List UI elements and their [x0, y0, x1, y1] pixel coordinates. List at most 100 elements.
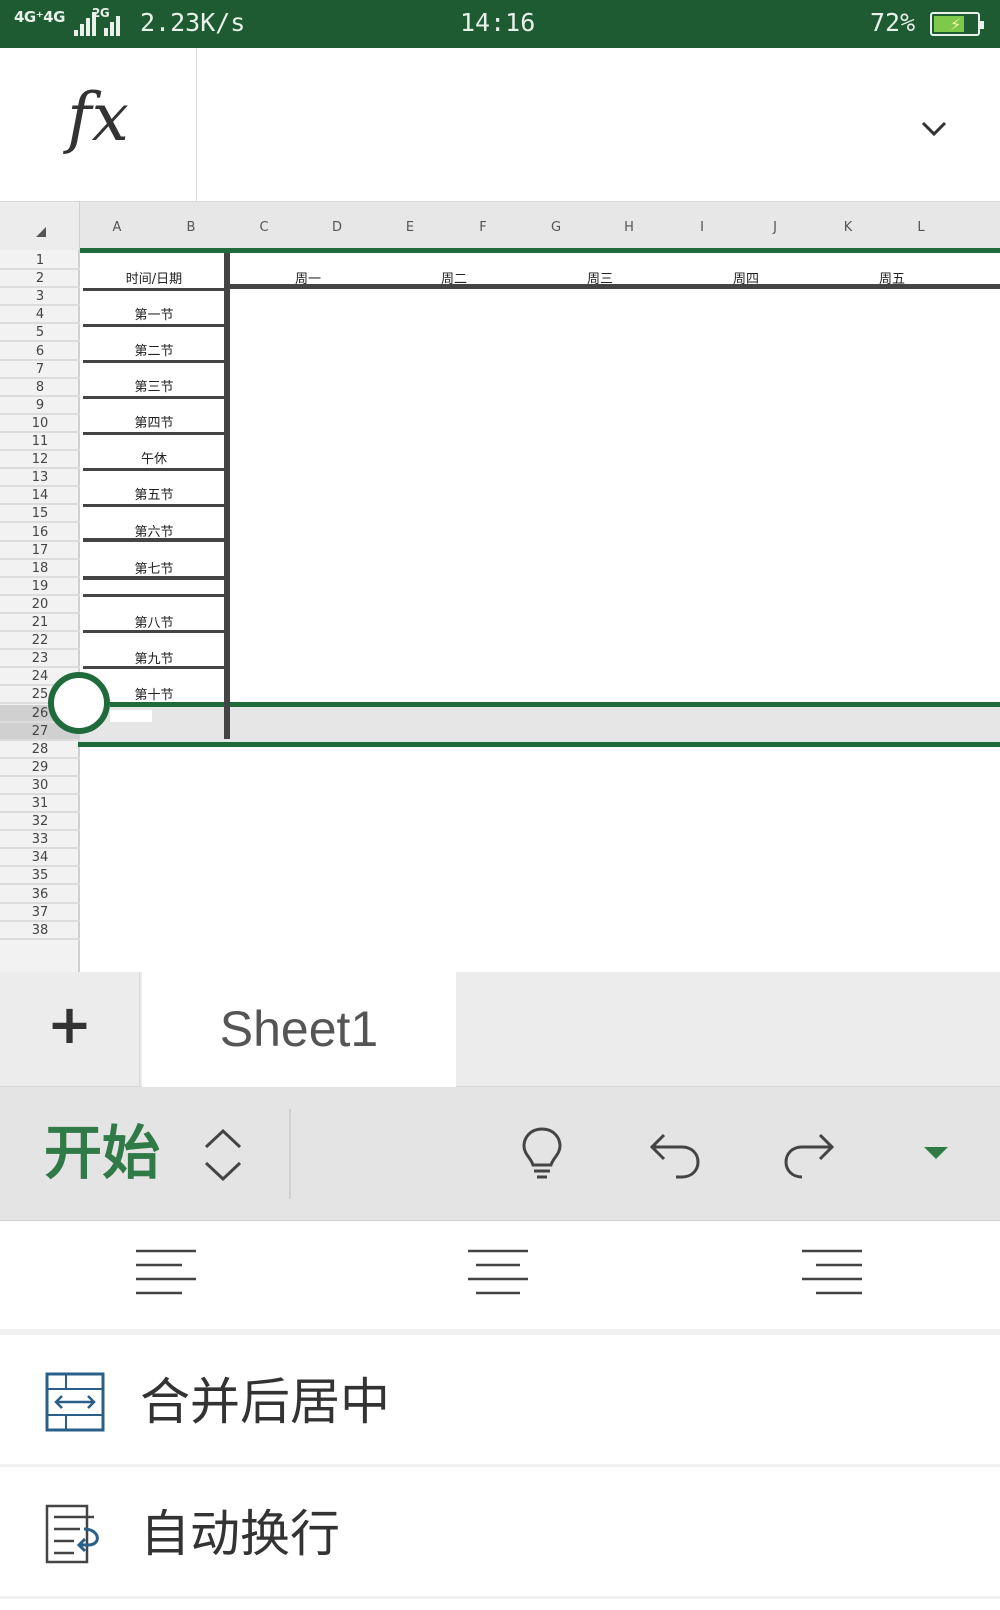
column-header-e[interactable]: E [400, 220, 420, 235]
period-cell-5[interactable]: 第五节 [83, 484, 225, 503]
wrap-text-icon [45, 1504, 99, 1564]
column-header-g[interactable]: G [546, 220, 566, 235]
row-header-28[interactable]: 28 [0, 741, 80, 759]
period-cell-2[interactable]: 第二节 [83, 340, 225, 359]
ribbon-tab-title[interactable]: 开始 [44, 1121, 160, 1185]
row-header-22[interactable]: 22 [0, 632, 80, 651]
select-all-button[interactable] [0, 202, 80, 250]
chevron-down-icon[interactable] [920, 114, 948, 142]
signal-icon-2 [104, 12, 134, 36]
spreadsheet-grid[interactable]: A B C D E F G H I J K L 1 2 3 4 5 6 7 8 9 10 11 12 1… [0, 202, 1000, 972]
row-header-37[interactable]: 37 [0, 904, 80, 922]
row-header-32[interactable]: 32 [0, 813, 80, 832]
row-header-16[interactable]: 16 [0, 524, 80, 542]
row-header-9[interactable]: 9 [0, 397, 80, 415]
period-cell-8[interactable]: 第八节 [83, 612, 225, 631]
sheet-tab-sheet1[interactable]: Sheet1 [142, 972, 456, 1087]
period-cell-7[interactable]: 第七节 [83, 558, 225, 577]
more-dropdown-icon[interactable] [906, 1123, 966, 1183]
column-header-i[interactable]: I [692, 220, 712, 235]
row-border [83, 360, 224, 363]
column-header-k[interactable]: K [838, 220, 858, 235]
row-header-35[interactable]: 35 [0, 867, 80, 886]
row-border [83, 288, 224, 291]
merge-center-item[interactable]: 合并后居中 [0, 1335, 1000, 1467]
formula-input[interactable] [198, 48, 888, 202]
day-header-thu[interactable]: 周四 [726, 268, 766, 287]
merge-center-label: 合并后居中 [140, 1373, 390, 1431]
battery-percent: 72% [870, 8, 916, 37]
row-header-14[interactable]: 14 [0, 487, 80, 506]
period-cell-3[interactable]: 第三节 [83, 376, 225, 395]
align-right-icon[interactable] [800, 1247, 864, 1299]
day-header-wed[interactable]: 周三 [580, 268, 620, 287]
column-header-l[interactable]: L [911, 220, 931, 235]
row-header-30[interactable]: 30 [0, 777, 80, 795]
active-cell[interactable] [110, 710, 152, 722]
row-header-7[interactable]: 7 [0, 361, 80, 379]
row-header-12[interactable]: 12 [0, 451, 80, 470]
row-header-33[interactable]: 33 [0, 831, 80, 850]
column-header-f[interactable]: F [473, 220, 493, 235]
row-header-13[interactable]: 13 [0, 469, 80, 488]
column-header-bar: A B C D E F G H I J K L [0, 202, 1000, 250]
row-header-11[interactable]: 11 [0, 433, 80, 451]
row-header-5[interactable]: 5 [0, 324, 80, 343]
column-header-h[interactable]: H [619, 220, 639, 235]
row-border [83, 468, 224, 471]
row-header-31[interactable]: 31 [0, 795, 80, 813]
row-header-36[interactable]: 36 [0, 886, 80, 904]
updown-icon[interactable] [200, 1125, 246, 1185]
fx-icon[interactable]: fx [0, 48, 197, 202]
column-header-d[interactable]: D [327, 220, 347, 235]
undo-icon[interactable] [646, 1123, 706, 1183]
row-header-10[interactable]: 10 [0, 415, 80, 433]
align-center-icon[interactable] [466, 1247, 530, 1299]
row-header-8[interactable]: 8 [0, 379, 80, 397]
period-cell-6[interactable]: 第六节 [83, 521, 225, 540]
ribbon-toolbar: 开始 [0, 1087, 1000, 1221]
row-header-18[interactable]: 18 [0, 560, 80, 578]
row-header-1[interactable]: 1 [0, 252, 80, 270]
column-header-c[interactable]: C [254, 220, 274, 235]
column-header-j[interactable]: J [765, 220, 785, 235]
merge-center-icon [45, 1372, 105, 1432]
row-header-38[interactable]: 38 [0, 922, 80, 940]
top-frozen-line [80, 248, 1000, 253]
redo-icon[interactable] [778, 1123, 838, 1183]
column-header-a[interactable]: A [107, 220, 127, 235]
selection-drag-handle[interactable] [48, 672, 110, 734]
row-header-4[interactable]: 4 [0, 306, 80, 325]
row-header-34[interactable]: 34 [0, 849, 80, 868]
wrap-text-item[interactable]: 自动换行 [0, 1467, 1000, 1599]
period-cell-9[interactable]: 第九节 [83, 648, 225, 667]
row-border [83, 396, 224, 399]
lightbulb-icon[interactable] [512, 1123, 572, 1183]
row-header-21[interactable]: 21 [0, 614, 80, 632]
selected-range[interactable] [80, 706, 1000, 746]
selection-bottom-border [78, 742, 1000, 747]
row-header-19[interactable]: 19 [0, 578, 80, 596]
period-cell-1[interactable]: 第一节 [83, 304, 225, 323]
period-cell-4[interactable]: 第四节 [83, 412, 225, 431]
column-header-b[interactable]: B [181, 220, 201, 235]
row-header-2[interactable]: 2 [0, 270, 80, 289]
day-header-tue[interactable]: 周二 [434, 268, 474, 287]
period-cell-lunch[interactable]: 午休 [83, 448, 225, 467]
row-header-17[interactable]: 17 [0, 542, 80, 560]
row-header-20[interactable]: 20 [0, 596, 80, 614]
row-header-23[interactable]: 23 [0, 650, 80, 669]
header-cell-time-date[interactable]: 时间/日期 [83, 268, 225, 287]
wrap-text-label: 自动换行 [140, 1505, 340, 1563]
day-header-mon[interactable]: 周一 [288, 268, 328, 287]
formula-bar: fx [0, 48, 1000, 202]
row-header-29[interactable]: 29 [0, 759, 80, 777]
row-header-15[interactable]: 15 [0, 505, 80, 524]
align-left-icon[interactable] [134, 1247, 198, 1299]
row-header-3[interactable]: 3 [0, 288, 80, 307]
day-header-fri[interactable]: 周五 [872, 268, 912, 287]
sheet-tab-bar: + Sheet1 [0, 972, 1000, 1087]
add-sheet-button[interactable]: + [0, 972, 140, 1087]
row-header-6[interactable]: 6 [0, 343, 80, 361]
battery-icon: ⚡ [930, 12, 984, 36]
